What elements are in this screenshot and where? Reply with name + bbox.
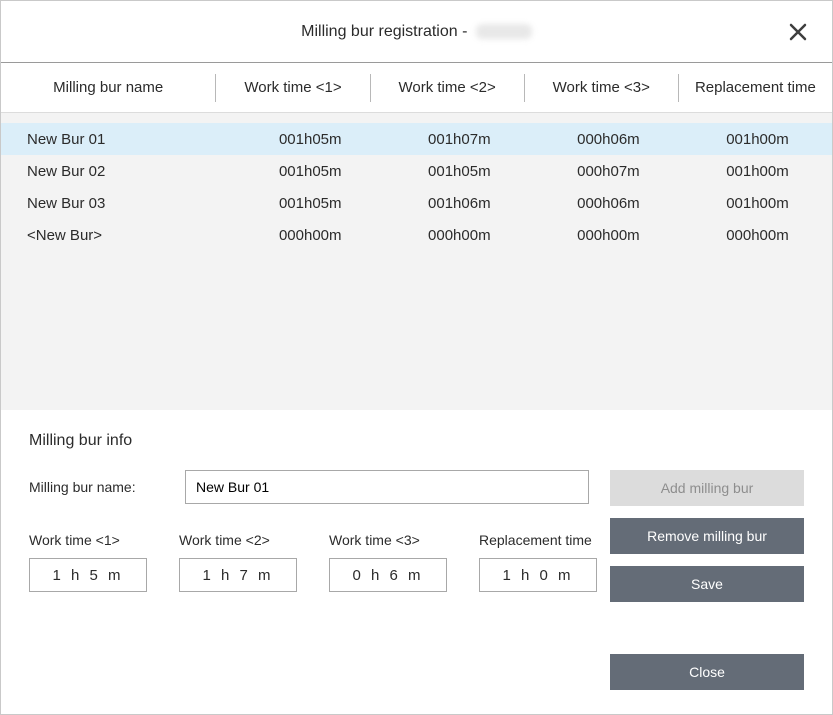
title-text: Milling bur registration - bbox=[301, 23, 472, 40]
wt1-label: Work time <1> bbox=[29, 532, 147, 548]
table-row[interactable]: New Bur 01001h05m001h07m000h06m001h00m bbox=[1, 123, 832, 155]
table-header: Milling bur name Work time <1> Work time… bbox=[1, 63, 832, 113]
bur-table: Milling bur name Work time <1> Work time… bbox=[1, 63, 832, 410]
footer: Close bbox=[1, 654, 832, 714]
cell-value: 001h05m bbox=[236, 131, 385, 148]
cell-value: 001h05m bbox=[236, 163, 385, 180]
cell-value: 001h06m bbox=[385, 195, 534, 212]
cell-value: 000h00m bbox=[534, 227, 683, 244]
dialog-title: Milling bur registration - bbox=[301, 23, 532, 41]
cell-value: 000h06m bbox=[534, 131, 683, 148]
col-name: Milling bur name bbox=[1, 79, 215, 96]
info-panel: Milling bur info Milling bur name: Add m… bbox=[1, 410, 832, 654]
wt1-col: Work time <1> 1 h 5 m bbox=[29, 532, 147, 592]
cell-value: 000h00m bbox=[683, 227, 832, 244]
cell-value: 001h00m bbox=[683, 131, 832, 148]
name-label: Milling bur name: bbox=[29, 479, 185, 495]
cell-value: 001h07m bbox=[385, 131, 534, 148]
cell-value: 001h00m bbox=[683, 195, 832, 212]
table-row[interactable]: New Bur 03001h05m001h06m000h06m001h00m bbox=[1, 187, 832, 219]
wt2-col: Work time <2> 1 h 7 m bbox=[179, 532, 297, 592]
cell-name: <New Bur> bbox=[1, 227, 236, 244]
name-and-buttons-row: Milling bur name: Add milling bur Remove… bbox=[29, 470, 804, 504]
worktime-row: Work time <1> 1 h 5 m Work time <2> 1 h … bbox=[29, 532, 804, 592]
cell-value: 000h00m bbox=[385, 227, 534, 244]
cell-name: New Bur 02 bbox=[1, 163, 236, 180]
col-wt1: Work time <1> bbox=[216, 79, 369, 96]
cell-value: 000h07m bbox=[534, 163, 683, 180]
cell-name: New Bur 03 bbox=[1, 195, 236, 212]
wt2-input[interactable]: 1 h 7 m bbox=[179, 558, 297, 592]
wt2-label: Work time <2> bbox=[179, 532, 297, 548]
name-input[interactable] bbox=[185, 470, 589, 504]
title-suffix-blur bbox=[476, 24, 532, 39]
wt3-input[interactable]: 0 h 6 m bbox=[329, 558, 447, 592]
cell-value: 000h06m bbox=[534, 195, 683, 212]
cell-value: 001h05m bbox=[385, 163, 534, 180]
table-body: New Bur 01001h05m001h07m000h06m001h00mNe… bbox=[1, 113, 832, 410]
wt3-label: Work time <3> bbox=[329, 532, 447, 548]
col-wt3: Work time <3> bbox=[525, 79, 678, 96]
replacement-label: Replacement time bbox=[479, 532, 597, 548]
add-milling-bur-button[interactable]: Add milling bur bbox=[610, 470, 804, 506]
info-title: Milling bur info bbox=[29, 432, 804, 450]
replacement-col: Replacement time 1 h 0 m bbox=[479, 532, 597, 592]
wt3-col: Work time <3> 0 h 6 m bbox=[329, 532, 447, 592]
replacement-input[interactable]: 1 h 0 m bbox=[479, 558, 597, 592]
cell-name: New Bur 01 bbox=[1, 131, 236, 148]
wt1-input[interactable]: 1 h 5 m bbox=[29, 558, 147, 592]
titlebar: Milling bur registration - bbox=[1, 1, 832, 63]
close-button[interactable]: Close bbox=[610, 654, 804, 690]
table-row[interactable]: New Bur 02001h05m001h05m000h07m001h00m bbox=[1, 155, 832, 187]
cell-value: 001h05m bbox=[236, 195, 385, 212]
cell-value: 001h00m bbox=[683, 163, 832, 180]
cell-value: 000h00m bbox=[236, 227, 385, 244]
close-icon[interactable] bbox=[788, 22, 808, 42]
col-replacement: Replacement time bbox=[679, 79, 832, 96]
table-row[interactable]: <New Bur>000h00m000h00m000h00m000h00m bbox=[1, 219, 832, 251]
col-wt2: Work time <2> bbox=[371, 79, 524, 96]
